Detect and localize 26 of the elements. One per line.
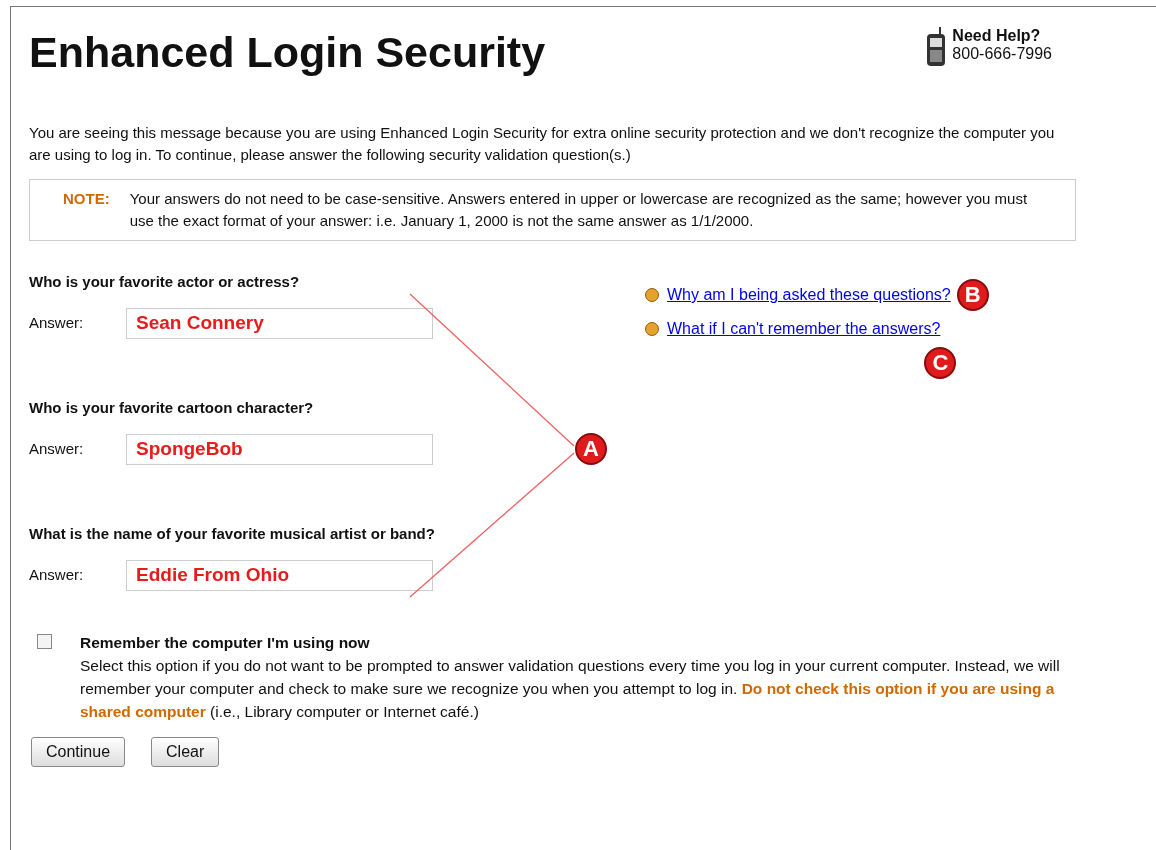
question-label: Who is your favorite actor or actress? [29, 272, 301, 292]
help-phone: 800-666-7996 [952, 45, 1052, 63]
answer-label: Answer: [29, 312, 85, 333]
callout-badge: A [575, 433, 607, 465]
page-title: Enhanced Login Security [29, 31, 546, 74]
answer-field[interactable]: SpongeBob [126, 433, 433, 465]
help-link[interactable]: Why am I being asked these questions? [667, 283, 951, 307]
answer-label: Answer: [29, 564, 85, 585]
answer-label: Answer: [29, 438, 85, 459]
callout-badge: B [956, 279, 989, 311]
help-link[interactable]: What if I can't remember the answers? [667, 317, 941, 341]
mobile-phone-icon [926, 27, 947, 67]
question-label: Who is your favorite cartoon character? [29, 398, 315, 418]
callout-badge: C [924, 347, 957, 379]
note-text: Your answers do not need to be case-sensitive. Answers entered in upper or lowercase are recognized as the same; however you must use the exact format of your answer: i.e. January 1, 2000 is not the same answer as 1/1/2000. [129, 189, 1029, 231]
form-button[interactable]: Continue [31, 737, 126, 767]
checkbox-label: Remember the computer I'm using now [80, 633, 371, 653]
answer-field[interactable]: Sean Connery [126, 307, 433, 339]
question-label: What is the name of your favorite musical artist or band? [29, 524, 435, 544]
checkbox[interactable] [37, 634, 52, 649]
form-button[interactable]: Clear [151, 737, 220, 767]
intro-text: You are seeing this message because you are using Enhanced Login Security for extra online security protection and we don't recognize the computer you are using to log in. To continue, please answer the following security validation question(s.) [29, 123, 1056, 165]
help-label: Need Help? [952, 27, 1042, 45]
note-label: NOTE: [63, 189, 110, 209]
answer-field[interactable]: Eddie From Ohio [126, 559, 433, 591]
remember-description: Select this option if you do not want to be prompted to answer validation questions every time you log in your current computer. Instead, we will remember your computer and check to make sure we recognize you when you attempt to log in. Do not check this option if you are using a shared computer (i.e., Library computer or Internet café.) [80, 656, 1061, 722]
